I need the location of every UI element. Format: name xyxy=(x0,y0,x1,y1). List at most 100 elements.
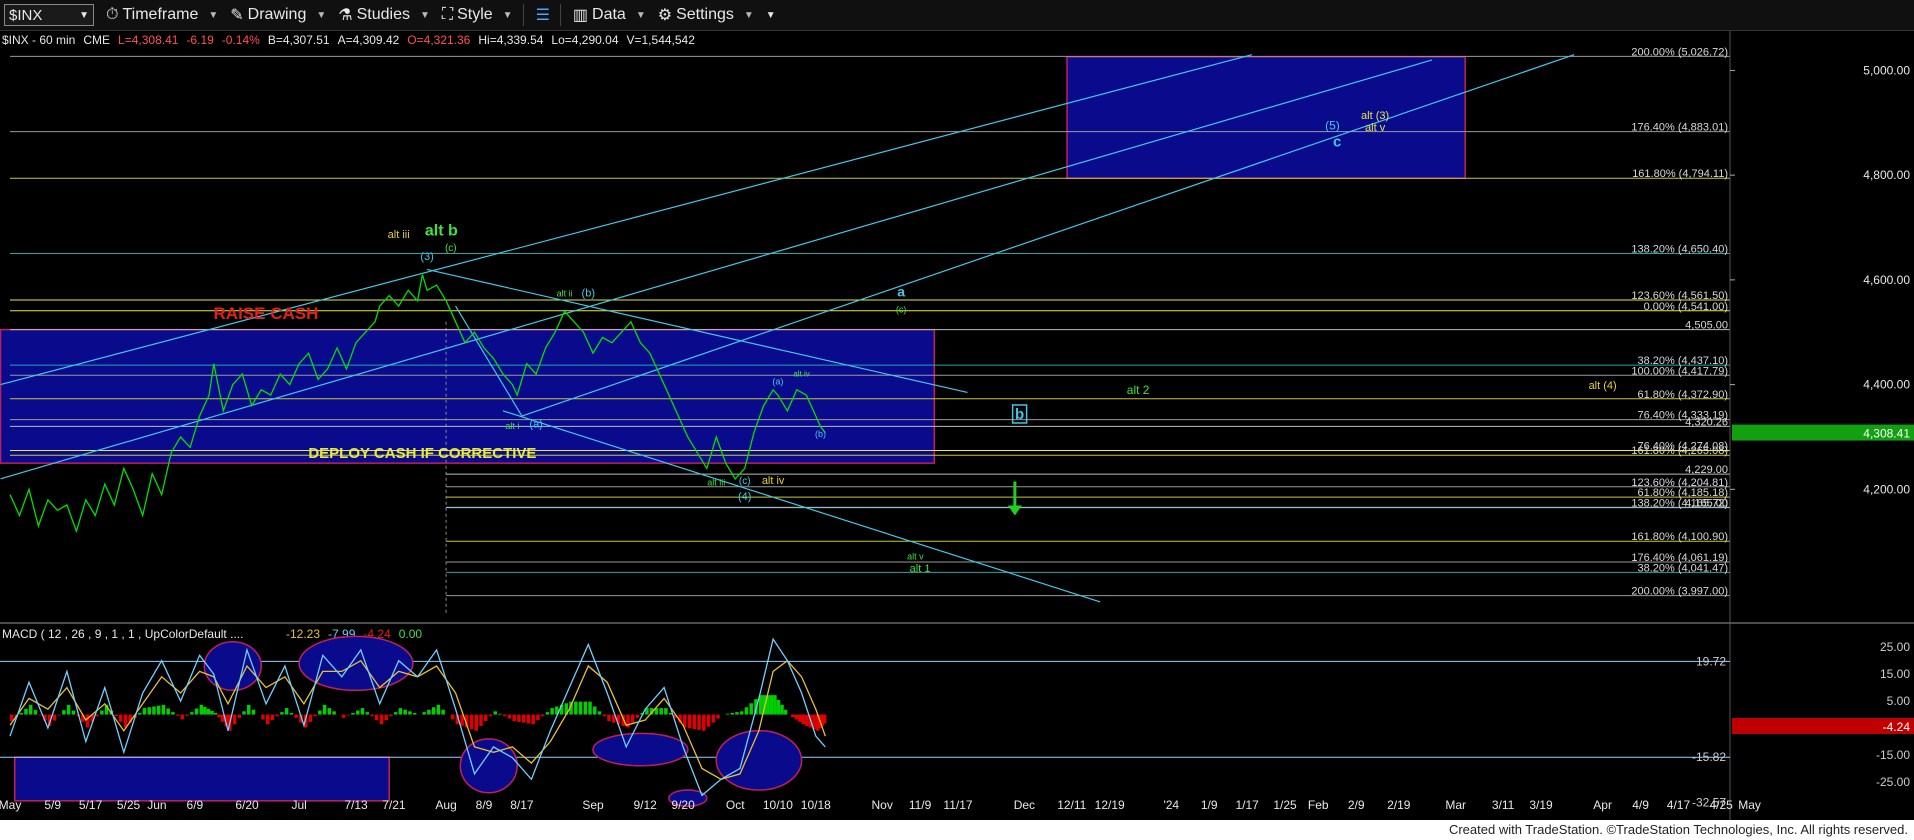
macd-histogram-bar xyxy=(237,714,242,718)
macd-histogram-bar xyxy=(308,714,313,722)
caret-down-icon: ▼ xyxy=(502,9,513,21)
x-tick-label: 8/9 xyxy=(476,798,493,812)
x-tick-label: Apr xyxy=(1593,798,1612,812)
macd-value: -12.23 xyxy=(286,627,320,641)
wave-label: RAISE CASH xyxy=(214,304,319,323)
macd-histogram-bar xyxy=(730,712,734,715)
macd-histogram-bar xyxy=(706,714,711,727)
x-tick-label: 2/9 xyxy=(1348,798,1365,812)
macd-histogram-bar xyxy=(351,712,355,715)
macd-histogram-bar xyxy=(28,704,33,715)
macd-histogram-bar xyxy=(275,714,279,717)
data-label: Data xyxy=(592,6,626,23)
x-tick-label: 10/18 xyxy=(801,798,831,812)
macd-histogram-bar xyxy=(389,714,393,717)
x-tick-label: Feb xyxy=(1308,798,1329,812)
data-button[interactable]: ▥ Data ▼ xyxy=(573,5,646,25)
fib-label: 138.20% (4,650.40) xyxy=(1631,243,1728,255)
dropdown-arrow-icon[interactable]: ▼ xyxy=(79,10,89,21)
caret-down-icon: ▼ xyxy=(743,9,754,21)
macd-histogram-bar xyxy=(408,711,412,715)
macd-histogram-bar xyxy=(137,712,142,715)
macd-ellipse xyxy=(592,732,689,767)
y-tick-label: 4,200.00 xyxy=(1863,482,1910,496)
macd-histogram-bar xyxy=(597,711,602,715)
macd-histogram-bar xyxy=(346,714,351,716)
macd-histogram-bar xyxy=(175,714,180,716)
x-tick-label: 4/17 xyxy=(1667,798,1691,812)
header-field: -0.14% xyxy=(222,33,260,47)
macd-histogram-bar xyxy=(313,714,317,717)
drawing-button[interactable]: ✎ Drawing ▼ xyxy=(230,5,326,25)
flask-icon: ⚗ xyxy=(338,7,353,24)
macd-histogram-bar xyxy=(365,712,369,715)
style-button[interactable]: ⛶ Style ▼ xyxy=(442,6,513,24)
wave-label: (b) xyxy=(582,288,595,300)
gear-icon: ⚙ xyxy=(657,7,673,24)
wave-label: alt 1 xyxy=(910,563,931,575)
header-field: $INX - 60 min xyxy=(2,33,75,47)
x-tick-label: 11/17 xyxy=(943,798,972,812)
macd-histogram-bar xyxy=(469,714,474,730)
fib-label: 4,229.00 xyxy=(1685,464,1728,476)
macd-histogram-bar xyxy=(531,714,535,725)
macd-title: MACD ( 12 , 26 , 9 , 1 , 1 , UpColorDefa… xyxy=(2,627,243,641)
macd-histogram-bar xyxy=(38,714,42,716)
macd-histogram-bar xyxy=(450,714,455,720)
macd-histogram-bar xyxy=(574,701,578,715)
macd-histogram-bar xyxy=(602,714,606,717)
wave-label: alt (4) xyxy=(1589,380,1617,392)
macd-histogram-bar xyxy=(322,704,327,715)
x-tick-label: 7/13 xyxy=(344,798,368,812)
macd-histogram-bar xyxy=(332,711,336,715)
timeframe-button[interactable]: ⏱ Timeframe ▼ xyxy=(106,6,218,24)
macd-histogram-bar xyxy=(185,714,189,716)
macd-histogram-bar xyxy=(780,704,784,715)
x-tick-label: 1/25 xyxy=(1273,798,1297,812)
caret-down-icon: ▼ xyxy=(419,9,430,21)
macd-histogram-bar xyxy=(318,710,322,715)
wave-label: (b) xyxy=(815,429,826,439)
header-field: Hi=4,339.54 xyxy=(478,33,543,47)
settings-button[interactable]: ⚙ Settings ▼ xyxy=(658,5,754,25)
macd-histogram-bar xyxy=(822,714,827,724)
wave-label: alt i xyxy=(505,421,519,431)
macd-histogram-bar xyxy=(664,708,668,715)
symbol-input[interactable]: $INX ▼ xyxy=(4,4,94,26)
macd-histogram-bar xyxy=(735,712,739,715)
macd-ellipse xyxy=(459,738,518,794)
wave-label: (3) xyxy=(420,251,433,263)
macd-histogram-bar xyxy=(261,714,265,720)
macd-histogram-bar xyxy=(206,708,211,715)
more-button[interactable]: ▼ xyxy=(766,10,776,21)
drawing-label: Drawing xyxy=(247,6,307,23)
macd-histogram-bar xyxy=(33,710,38,715)
x-tick-label: Jul xyxy=(291,798,306,812)
studies-button[interactable]: ⚗ Studies ▼ xyxy=(338,5,430,25)
fib-label: 161.80% (4,794.11) xyxy=(1632,168,1728,180)
x-tick-label: 4/25 xyxy=(1709,798,1733,812)
macd-histogram-bar xyxy=(161,704,166,715)
macd-histogram-bar xyxy=(247,704,251,715)
macd-histogram-bar xyxy=(270,714,275,721)
wave-label: (4) xyxy=(738,491,751,503)
chart-area[interactable]: $INX - 60 min CME L=4,308.41 -6.19 -0.14% B=4… xyxy=(0,31,1914,820)
x-tick-label: Oct xyxy=(726,798,745,812)
macd-histogram-bar xyxy=(412,712,417,715)
settings-label: Settings xyxy=(676,6,734,23)
macd-histogram-bar xyxy=(588,701,592,715)
x-tick-label: 4/9 xyxy=(1632,798,1649,812)
macd-histogram-bar xyxy=(379,714,384,725)
macd-histogram-bar xyxy=(57,714,61,716)
studies-label: Studies xyxy=(356,6,410,23)
macd-histogram-bar xyxy=(341,714,346,718)
layout-button[interactable]: ☰ xyxy=(536,5,550,25)
header-field: A=4,309.42 xyxy=(338,33,400,47)
x-tick-label: 12/11 xyxy=(1057,798,1086,812)
macd-histogram-bar xyxy=(166,708,170,715)
macd-value: 0.00 xyxy=(399,627,423,641)
wave-label: (c) xyxy=(739,476,751,487)
toolbar-divider xyxy=(559,4,561,26)
x-tick-label: 2/19 xyxy=(1387,798,1411,812)
macd-histogram-bar xyxy=(190,712,194,715)
